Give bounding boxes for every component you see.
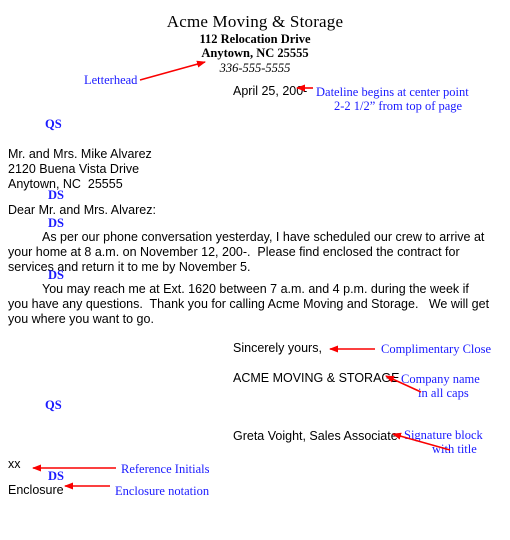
annotation-letterhead: Letterhead [84, 73, 138, 87]
letter-diagram-page: Acme Moving & Storage 112 Relocation Dri… [0, 0, 510, 540]
salutation: Dear Mr. and Mrs. Alvarez: [8, 203, 156, 217]
annotation-company-name-line1: Company name [401, 372, 480, 386]
annotation-signature-block-line1: Signature block [404, 428, 483, 442]
marker-qs-after-letterhead: QS [45, 117, 62, 131]
letterhead-city-state-zip: Anytown, NC 25555 [201, 46, 309, 60]
letterhead-phone: 336-555-5555 [219, 61, 291, 75]
annotation-company-name-line2: in all caps [418, 386, 469, 400]
letterhead-block: Acme Moving & Storage 112 Relocation Dri… [0, 12, 510, 77]
signature-block: Greta Voight, Sales Associate [233, 429, 398, 443]
body-paragraph-1: As per our phone conversation yesterday,… [8, 230, 488, 274]
dateline: April 25, 200- [233, 84, 308, 98]
annotation-complimentary-close: Complimentary Close [381, 342, 492, 356]
annotation-enclosure-notation: Enclosure notation [115, 484, 210, 498]
marker-qs-after-company: QS [45, 398, 62, 412]
marker-ds-after-salutation: DS [48, 216, 64, 230]
inside-address: Mr. and Mrs. Mike Alvarez 2120 Buena Vis… [8, 147, 152, 191]
annotation-reference-initials: Reference Initials [121, 462, 210, 476]
marker-ds-after-initials: DS [48, 469, 64, 483]
reference-initials: xx [8, 457, 21, 471]
company-name-line: ACME MOVING & STORAGE [233, 371, 400, 385]
body-paragraph-2: You may reach me at Ext. 1620 between 7 … [8, 282, 493, 326]
annotation-signature-block-line2: with title [432, 442, 477, 456]
annotation-dateline-line2: 2-2 1/2” from top of page [334, 99, 463, 113]
complimentary-close: Sincerely yours, [233, 341, 322, 355]
marker-ds-between-paragraphs: DS [48, 268, 64, 282]
enclosure-notation: Enclosure [8, 483, 64, 497]
letterhead-company-name: Acme Moving & Storage [166, 12, 344, 31]
letterhead-street: 112 Relocation Drive [199, 32, 311, 46]
annotation-dateline-line1: Dateline begins at center point [316, 85, 469, 99]
marker-ds-after-address: DS [48, 188, 64, 202]
